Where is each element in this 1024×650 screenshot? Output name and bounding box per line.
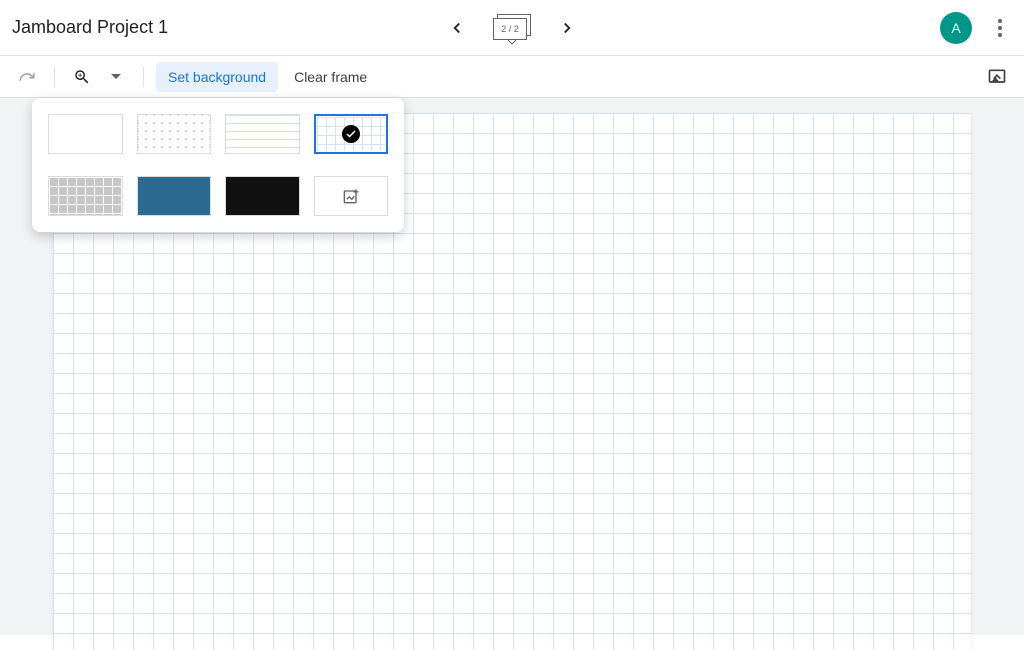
present-button[interactable] — [982, 62, 1012, 92]
canvas-area — [0, 98, 1024, 635]
chevron-left-icon — [448, 19, 466, 37]
bg-option-upload[interactable] — [314, 176, 389, 216]
check-icon — [342, 125, 360, 143]
prev-frame-button[interactable] — [445, 16, 469, 40]
background-picker-popover — [32, 98, 404, 232]
frame-navigation: 2 / 2 — [445, 14, 579, 42]
separator — [54, 67, 55, 87]
cast-icon — [987, 67, 1007, 87]
toolbar-right — [982, 62, 1012, 92]
project-title[interactable]: Jamboard Project 1 — [12, 17, 168, 38]
redo-button[interactable] — [12, 62, 42, 92]
bg-option-black[interactable] — [225, 176, 300, 216]
redo-icon — [18, 68, 36, 86]
separator — [143, 67, 144, 87]
set-background-button[interactable]: Set background — [156, 62, 278, 92]
caret-down-icon — [111, 74, 121, 80]
chevron-right-icon — [558, 19, 576, 37]
bg-option-blank[interactable] — [48, 114, 123, 154]
add-image-icon — [341, 186, 361, 206]
dot-icon — [998, 33, 1002, 37]
bg-option-gray-grid[interactable] — [48, 176, 123, 216]
dot-icon — [998, 19, 1002, 23]
bg-option-grid[interactable] — [314, 114, 389, 154]
toolbar: Set background Clear frame — [0, 56, 1024, 98]
frame-indicator[interactable]: 2 / 2 — [493, 14, 531, 42]
bg-option-blue[interactable] — [137, 176, 212, 216]
dot-icon — [998, 26, 1002, 30]
zoom-button[interactable] — [67, 62, 97, 92]
next-frame-button[interactable] — [555, 16, 579, 40]
clear-frame-button[interactable]: Clear frame — [282, 62, 379, 92]
more-options-button[interactable] — [988, 10, 1012, 46]
bg-option-dots[interactable] — [137, 114, 212, 154]
bg-option-lines[interactable] — [225, 114, 300, 154]
caret-down-icon — [508, 37, 516, 48]
header-right: A — [940, 10, 1012, 46]
header: Jamboard Project 1 2 / 2 A — [0, 0, 1024, 56]
avatar[interactable]: A — [940, 12, 972, 44]
zoom-in-icon — [73, 68, 91, 86]
zoom-dropdown[interactable] — [101, 62, 131, 92]
